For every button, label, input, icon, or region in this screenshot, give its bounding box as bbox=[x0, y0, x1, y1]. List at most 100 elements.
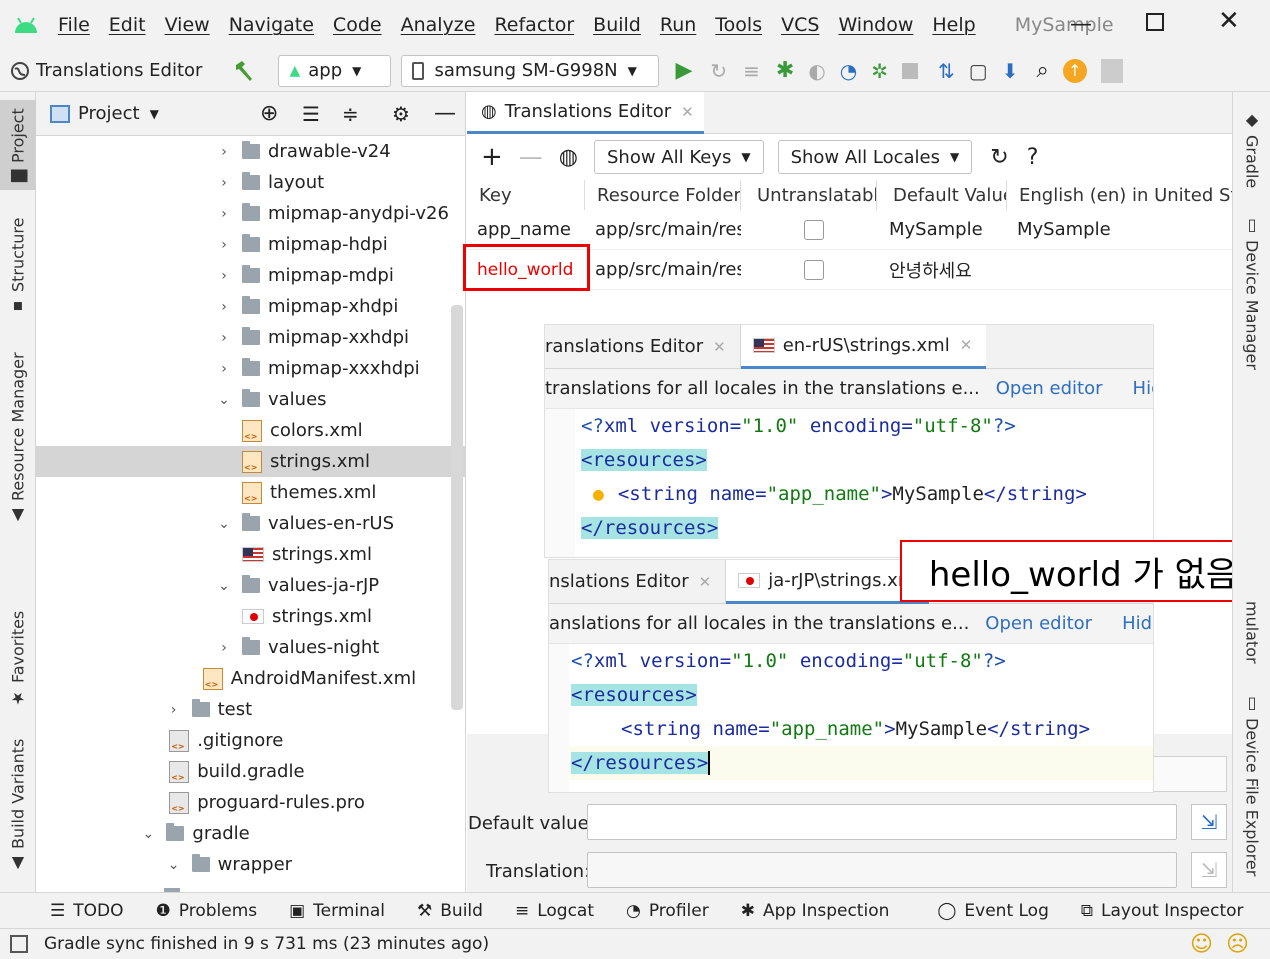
tab-translations-editor[interactable]: nslations Editor ✕ bbox=[549, 560, 727, 604]
close-icon[interactable]: ✕ bbox=[713, 338, 726, 356]
tree-item[interactable]: ⌄ values-ja-rJP bbox=[214, 570, 379, 601]
tree-item[interactable]: build.gradle bbox=[169, 756, 305, 787]
add-locale-icon[interactable]: ◍ bbox=[559, 145, 578, 170]
cell-folder[interactable]: app/src/main/res bbox=[585, 210, 741, 250]
tree-item[interactable]: strings.xml bbox=[242, 539, 372, 570]
show-keys-dropdown[interactable]: Show All Keys ▼ bbox=[594, 140, 764, 174]
menu-edit[interactable]: Edit bbox=[109, 14, 146, 36]
tool-tab-emulator[interactable]: mulator bbox=[1233, 601, 1270, 664]
tree-item[interactable]: ⌄ values bbox=[214, 384, 327, 415]
tool-layout-inspector[interactable]: ⧉ Layout Inspector bbox=[1081, 901, 1244, 921]
cell-default[interactable]: MySample bbox=[877, 210, 1007, 250]
cell-folder[interactable]: app/src/main/res bbox=[585, 250, 741, 290]
tab-translations-editor[interactable]: ◍ Translations Editor ✕ bbox=[467, 92, 704, 134]
tool-tab-device-manager[interactable]: ▯ Device Manager bbox=[1233, 212, 1270, 372]
chevron-down-icon[interactable]: ⌄ bbox=[214, 578, 234, 594]
gear-icon[interactable]: ⚙ bbox=[392, 102, 410, 126]
menu-build[interactable]: Build bbox=[593, 14, 641, 36]
tree-item[interactable]: proguard-rules.pro bbox=[169, 787, 365, 818]
hide-notice-link[interactable]: Hide not bbox=[1122, 613, 1153, 634]
tool-logcat[interactable]: ≡ Logcat bbox=[515, 901, 594, 921]
expand-all-icon[interactable]: ☰ bbox=[302, 102, 320, 126]
tree-item[interactable]: ⌄ gradle bbox=[138, 818, 250, 849]
menu-analyze[interactable]: Analyze bbox=[401, 14, 476, 36]
tool-tab-favorites[interactable]: ★ Favorites bbox=[0, 604, 36, 714]
tab-translations-editor[interactable]: ranslations Editor ✕ bbox=[545, 325, 741, 369]
chevron-down-icon[interactable]: ⌄ bbox=[214, 392, 234, 408]
device-selector[interactable]: samsung SM-G998N ▼ bbox=[401, 54, 660, 87]
tool-app-inspection[interactable]: ✱ App Inspection bbox=[741, 901, 890, 921]
tool-profiler[interactable]: ◔ Profiler bbox=[626, 901, 709, 921]
coverage-icon[interactable]: ◐ bbox=[808, 59, 825, 83]
cell-english[interactable] bbox=[1007, 250, 1232, 290]
chevron-right-icon[interactable]: › bbox=[214, 330, 234, 346]
column-header-key[interactable]: Key bbox=[467, 180, 585, 210]
search-icon[interactable]: ⌕ bbox=[1036, 58, 1048, 83]
menu-file[interactable]: File bbox=[58, 14, 90, 36]
tree-item[interactable]: themes.xml bbox=[242, 477, 376, 508]
status-toggle-icon[interactable] bbox=[10, 935, 28, 953]
tree-item[interactable]: › mipmap-xxhdpi bbox=[214, 322, 409, 353]
tree-item[interactable]: .gitignore bbox=[169, 725, 283, 756]
tree-item[interactable]: › values-night bbox=[214, 632, 379, 663]
add-key-icon[interactable]: + bbox=[481, 142, 503, 172]
chevron-right-icon[interactable]: › bbox=[214, 237, 234, 253]
tab-strings-ja-jp[interactable]: ja-rJP\strings.xm bbox=[726, 560, 930, 604]
chevron-down-icon[interactable]: ⌄ bbox=[214, 516, 234, 532]
chevron-down-icon[interactable]: ⌄ bbox=[164, 857, 184, 873]
menu-navigate[interactable]: Navigate bbox=[229, 14, 314, 36]
close-icon[interactable]: ✕ bbox=[699, 573, 712, 591]
lightbulb-icon[interactable]: ● bbox=[593, 484, 604, 505]
default-value-input[interactable] bbox=[587, 804, 1177, 840]
menu-vcs[interactable]: VCS bbox=[781, 14, 819, 36]
tool-tab-build-variants[interactable]: ▲ Build Variants bbox=[0, 736, 36, 876]
maximize-icon[interactable] bbox=[1146, 13, 1164, 31]
tool-build[interactable]: ⚒ Build bbox=[417, 901, 483, 921]
show-locales-dropdown[interactable]: Show All Locales ▼ bbox=[777, 140, 973, 174]
tree-item[interactable]: colors.xml bbox=[242, 415, 363, 446]
tool-event-log[interactable]: ◯ Event Log bbox=[937, 901, 1049, 921]
tree-item[interactable]: › drawable-v24 bbox=[214, 136, 391, 167]
translation-input[interactable] bbox=[587, 852, 1177, 888]
tree-item[interactable]: ⌄ values-en-rUS bbox=[214, 508, 394, 539]
untranslatable-checkbox[interactable] bbox=[804, 259, 824, 280]
tab-strings-en-us[interactable]: en-rUS\strings.xml ✕ bbox=[740, 325, 987, 369]
chevron-right-icon[interactable]: › bbox=[214, 640, 234, 656]
tool-tab-resource-manager[interactable]: ▲ Resource Manager bbox=[0, 344, 36, 534]
menu-run[interactable]: Run bbox=[660, 14, 696, 36]
tool-tab-gradle[interactable]: ◆ Gradle bbox=[1233, 104, 1270, 194]
reload-icon[interactable]: ↻ bbox=[990, 145, 1008, 170]
attach-debugger-icon[interactable]: ✲ bbox=[871, 59, 888, 83]
column-header-default[interactable]: Default Value bbox=[877, 180, 1007, 210]
tree-item[interactable]: AndroidManifest.xml bbox=[202, 663, 416, 694]
help-icon[interactable]: ? bbox=[1027, 145, 1039, 170]
close-icon[interactable]: ✕ bbox=[681, 103, 694, 121]
menu-refactor[interactable]: Refactor bbox=[494, 14, 574, 36]
stop-icon[interactable] bbox=[902, 62, 919, 79]
edit-default-icon[interactable]: ⇲ bbox=[1191, 804, 1227, 840]
sync-gradle-icon[interactable]: ⇅ bbox=[938, 59, 955, 83]
tool-tab-structure[interactable]: ▪ Structure bbox=[0, 212, 36, 322]
device-manager-icon[interactable]: ▢ bbox=[969, 59, 988, 83]
status-text[interactable]: Gradle sync finished in 9 s 731 ms (23 m… bbox=[44, 934, 489, 954]
tree-item[interactable]: › test bbox=[164, 694, 252, 725]
cell-untranslatable[interactable] bbox=[741, 210, 877, 250]
open-editor-link[interactable]: Open editor bbox=[996, 378, 1103, 399]
close-icon[interactable]: ✕ bbox=[1218, 6, 1240, 36]
collapse-all-icon[interactable]: ≑ bbox=[342, 102, 359, 126]
tool-terminal[interactable]: ▣ Terminal bbox=[289, 901, 385, 921]
remove-key-icon[interactable]: — bbox=[519, 143, 543, 171]
apply-changes-icon[interactable]: ↻ bbox=[710, 59, 727, 83]
chevron-down-icon[interactable]: ⌄ bbox=[138, 826, 158, 842]
cell-english[interactable]: MySample bbox=[1007, 210, 1232, 250]
run-icon[interactable]: ▶ bbox=[675, 58, 692, 83]
debug-icon[interactable]: ✱ bbox=[776, 58, 794, 83]
chevron-down-icon[interactable]: ▼ bbox=[150, 107, 159, 121]
tool-todo[interactable]: ☰ TODO bbox=[50, 901, 124, 921]
tool-problems[interactable]: ❶ Problems bbox=[156, 901, 258, 921]
hammer-icon[interactable] bbox=[232, 59, 256, 83]
code-editor[interactable]: <? xml version= "1.0" encoding= "utf-8" ?> <… bbox=[549, 644, 1153, 792]
chevron-right-icon[interactable]: › bbox=[164, 702, 184, 718]
tree-item[interactable]: strings.xml bbox=[242, 601, 372, 632]
sad-feedback-icon[interactable]: ☹ bbox=[1226, 932, 1249, 957]
